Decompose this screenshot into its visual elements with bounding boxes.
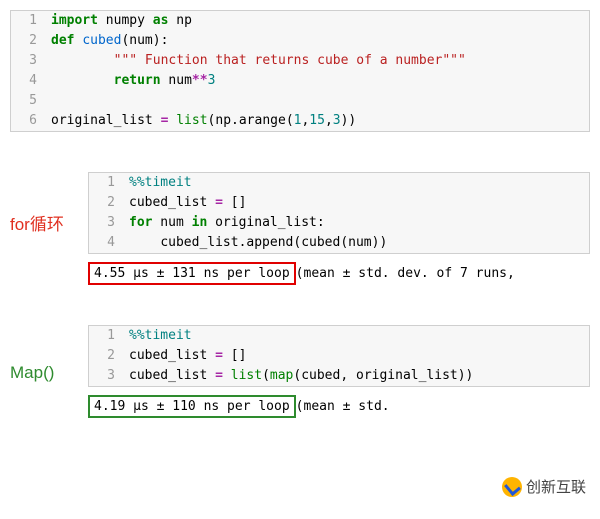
result-for: 4.55 µs ± 131 ns per loop (mean ± std. d…: [88, 262, 590, 285]
section-for-loop: for循环 1%%timeit 2cubed_list = [] 3for nu…: [10, 172, 590, 285]
label-for-loop: for循环: [10, 172, 88, 235]
code-line: [47, 91, 59, 111]
line-number: 1: [89, 173, 125, 193]
section-map: Map() 1%%timeit 2cubed_list = [] 3cubed_…: [10, 325, 590, 418]
line-number: 1: [89, 326, 125, 346]
line-number: 2: [89, 193, 125, 213]
code-line: """ Function that returns cube of a numb…: [47, 51, 466, 71]
code-line: cubed_list = []: [125, 346, 246, 366]
watermark-text: 创新互联: [526, 476, 586, 497]
line-number: 3: [11, 51, 47, 71]
label-map: Map(): [10, 325, 88, 383]
line-number: 4: [11, 71, 47, 91]
code-block-setup: 1import numpy as np 2def cubed(num): 3 "…: [10, 10, 590, 132]
line-number: 3: [89, 213, 125, 233]
result-map: 4.19 µs ± 110 ns per loop (mean ± std.: [88, 395, 590, 418]
code-line: original_list = list(np.arange(1,15,3)): [47, 111, 356, 131]
line-number: 4: [89, 233, 125, 253]
code-line: def cubed(num):: [47, 31, 168, 51]
line-number: 3: [89, 366, 125, 386]
code-line: cubed_list = list(map(cubed, original_li…: [125, 366, 473, 386]
line-number: 6: [11, 111, 47, 131]
code-line: import numpy as np: [47, 11, 192, 31]
code-block-for: 1%%timeit 2cubed_list = [] 3for num in o…: [88, 172, 590, 254]
timing-highlight-green: 4.19 µs ± 110 ns per loop: [88, 395, 296, 418]
line-number: 2: [89, 346, 125, 366]
watermark: 创新互联: [498, 474, 590, 499]
timing-highlight-red: 4.55 µs ± 131 ns per loop: [88, 262, 296, 285]
code-line: cubed_list = []: [125, 193, 246, 213]
code-line: %%timeit: [125, 326, 192, 346]
line-number: 2: [11, 31, 47, 51]
line-number: 5: [11, 91, 47, 111]
watermark-logo-icon: [502, 477, 522, 497]
code-line: %%timeit: [125, 173, 192, 193]
code-line: return num**3: [47, 71, 215, 91]
line-number: 1: [11, 11, 47, 31]
code-line: for num in original_list:: [125, 213, 325, 233]
code-line: cubed_list.append(cubed(num)): [125, 233, 387, 253]
code-block-map: 1%%timeit 2cubed_list = [] 3cubed_list =…: [88, 325, 590, 387]
